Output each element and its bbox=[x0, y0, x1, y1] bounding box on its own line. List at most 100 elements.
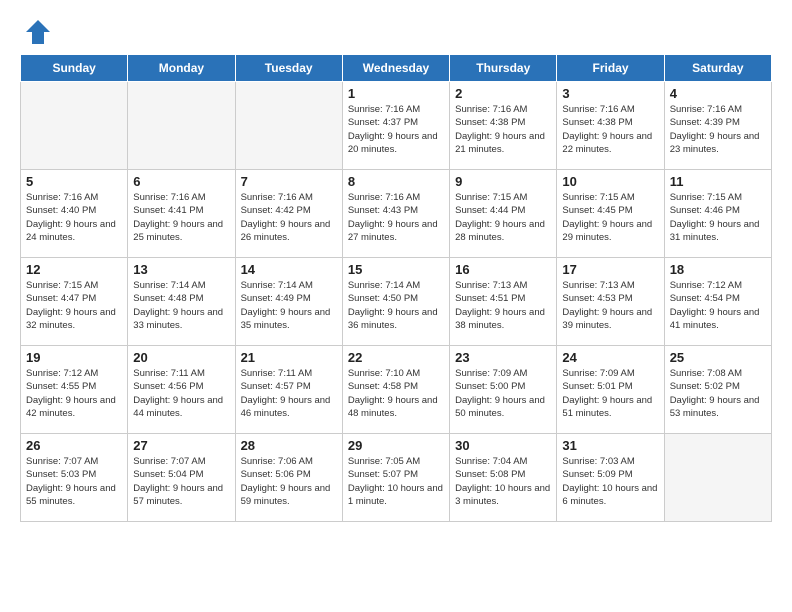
day-number: 11 bbox=[670, 174, 766, 189]
day-info: Sunrise: 7:12 AM Sunset: 4:54 PM Dayligh… bbox=[670, 279, 766, 332]
calendar-cell: 6 Sunrise: 7:16 AM Sunset: 4:41 PM Daylig… bbox=[128, 170, 235, 258]
day-number: 25 bbox=[670, 350, 766, 365]
calendar-table: SundayMondayTuesdayWednesdayThursdayFrid… bbox=[20, 54, 772, 522]
calendar-cell bbox=[128, 82, 235, 170]
calendar-cell: 31 Sunrise: 7:03 AM Sunset: 5:09 PM Dayli… bbox=[557, 434, 664, 522]
calendar-cell: 21 Sunrise: 7:11 AM Sunset: 4:57 PM Dayli… bbox=[235, 346, 342, 434]
day-info: Sunrise: 7:14 AM Sunset: 4:49 PM Dayligh… bbox=[241, 279, 337, 332]
logo bbox=[24, 18, 56, 46]
weekday-header: Wednesday bbox=[342, 55, 449, 82]
day-info: Sunrise: 7:08 AM Sunset: 5:02 PM Dayligh… bbox=[670, 367, 766, 420]
day-info: Sunrise: 7:10 AM Sunset: 4:58 PM Dayligh… bbox=[348, 367, 444, 420]
calendar-cell: 20 Sunrise: 7:11 AM Sunset: 4:56 PM Dayli… bbox=[128, 346, 235, 434]
calendar-wrap: SundayMondayTuesdayWednesdayThursdayFrid… bbox=[0, 54, 792, 532]
day-info: Sunrise: 7:16 AM Sunset: 4:37 PM Dayligh… bbox=[348, 103, 444, 156]
day-number: 14 bbox=[241, 262, 337, 277]
day-number: 6 bbox=[133, 174, 229, 189]
week-row: 19 Sunrise: 7:12 AM Sunset: 4:55 PM Dayli… bbox=[21, 346, 772, 434]
calendar-cell: 29 Sunrise: 7:05 AM Sunset: 5:07 PM Dayli… bbox=[342, 434, 449, 522]
calendar-cell: 13 Sunrise: 7:14 AM Sunset: 4:48 PM Dayli… bbox=[128, 258, 235, 346]
day-info: Sunrise: 7:15 AM Sunset: 4:45 PM Dayligh… bbox=[562, 191, 658, 244]
calendar-header: SundayMondayTuesdayWednesdayThursdayFrid… bbox=[21, 55, 772, 82]
week-row: 1 Sunrise: 7:16 AM Sunset: 4:37 PM Daylig… bbox=[21, 82, 772, 170]
day-number: 10 bbox=[562, 174, 658, 189]
day-number: 1 bbox=[348, 86, 444, 101]
day-number: 17 bbox=[562, 262, 658, 277]
day-number: 5 bbox=[26, 174, 122, 189]
calendar-cell: 22 Sunrise: 7:10 AM Sunset: 4:58 PM Dayli… bbox=[342, 346, 449, 434]
calendar-cell: 18 Sunrise: 7:12 AM Sunset: 4:54 PM Dayli… bbox=[664, 258, 771, 346]
day-info: Sunrise: 7:06 AM Sunset: 5:06 PM Dayligh… bbox=[241, 455, 337, 508]
calendar-cell bbox=[235, 82, 342, 170]
week-row: 5 Sunrise: 7:16 AM Sunset: 4:40 PM Daylig… bbox=[21, 170, 772, 258]
day-number: 4 bbox=[670, 86, 766, 101]
calendar-cell: 1 Sunrise: 7:16 AM Sunset: 4:37 PM Daylig… bbox=[342, 82, 449, 170]
day-info: Sunrise: 7:16 AM Sunset: 4:39 PM Dayligh… bbox=[670, 103, 766, 156]
day-number: 27 bbox=[133, 438, 229, 453]
calendar-cell: 25 Sunrise: 7:08 AM Sunset: 5:02 PM Dayli… bbox=[664, 346, 771, 434]
day-number: 24 bbox=[562, 350, 658, 365]
calendar-cell: 3Sunrise: 7:16 AM Sunset: 4:38 PM Daylig… bbox=[557, 82, 664, 170]
day-number: 2 bbox=[455, 86, 551, 101]
day-info: Sunrise: 7:13 AM Sunset: 4:53 PM Dayligh… bbox=[562, 279, 658, 332]
day-info: Sunrise: 7:16 AM Sunset: 4:40 PM Dayligh… bbox=[26, 191, 122, 244]
calendar-cell: 15 Sunrise: 7:14 AM Sunset: 4:50 PM Dayli… bbox=[342, 258, 449, 346]
calendar-cell: 17 Sunrise: 7:13 AM Sunset: 4:53 PM Dayli… bbox=[557, 258, 664, 346]
calendar-cell: 14 Sunrise: 7:14 AM Sunset: 4:49 PM Dayli… bbox=[235, 258, 342, 346]
day-info: Sunrise: 7:14 AM Sunset: 4:48 PM Dayligh… bbox=[133, 279, 229, 332]
day-number: 22 bbox=[348, 350, 444, 365]
calendar-cell: 4 Sunrise: 7:16 AM Sunset: 4:39 PM Daylig… bbox=[664, 82, 771, 170]
day-info: Sunrise: 7:04 AM Sunset: 5:08 PM Dayligh… bbox=[455, 455, 551, 508]
day-info: Sunrise: 7:05 AM Sunset: 5:07 PM Dayligh… bbox=[348, 455, 444, 508]
calendar-cell: 11Sunrise: 7:15 AM Sunset: 4:46 PM Dayli… bbox=[664, 170, 771, 258]
calendar-cell: 12Sunrise: 7:15 AM Sunset: 4:47 PM Dayli… bbox=[21, 258, 128, 346]
day-number: 13 bbox=[133, 262, 229, 277]
calendar-cell: 9 Sunrise: 7:15 AM Sunset: 4:44 PM Daylig… bbox=[450, 170, 557, 258]
day-info: Sunrise: 7:14 AM Sunset: 4:50 PM Dayligh… bbox=[348, 279, 444, 332]
day-number: 19 bbox=[26, 350, 122, 365]
calendar-cell bbox=[664, 434, 771, 522]
day-info: Sunrise: 7:15 AM Sunset: 4:44 PM Dayligh… bbox=[455, 191, 551, 244]
day-info: Sunrise: 7:09 AM Sunset: 5:01 PM Dayligh… bbox=[562, 367, 658, 420]
calendar-cell: 26Sunrise: 7:07 AM Sunset: 5:03 PM Dayli… bbox=[21, 434, 128, 522]
day-number: 15 bbox=[348, 262, 444, 277]
day-number: 9 bbox=[455, 174, 551, 189]
day-info: Sunrise: 7:11 AM Sunset: 4:56 PM Dayligh… bbox=[133, 367, 229, 420]
day-number: 20 bbox=[133, 350, 229, 365]
calendar-cell: 7 Sunrise: 7:16 AM Sunset: 4:42 PM Daylig… bbox=[235, 170, 342, 258]
day-number: 18 bbox=[670, 262, 766, 277]
logo-icon bbox=[24, 18, 52, 46]
weekday-header: Saturday bbox=[664, 55, 771, 82]
day-info: Sunrise: 7:16 AM Sunset: 4:38 PM Dayligh… bbox=[455, 103, 551, 156]
day-number: 30 bbox=[455, 438, 551, 453]
day-number: 29 bbox=[348, 438, 444, 453]
week-row: 26Sunrise: 7:07 AM Sunset: 5:03 PM Dayli… bbox=[21, 434, 772, 522]
day-info: Sunrise: 7:12 AM Sunset: 4:55 PM Dayligh… bbox=[26, 367, 122, 420]
day-number: 31 bbox=[562, 438, 658, 453]
weekday-row: SundayMondayTuesdayWednesdayThursdayFrid… bbox=[21, 55, 772, 82]
calendar-cell: 10 Sunrise: 7:15 AM Sunset: 4:45 PM Dayli… bbox=[557, 170, 664, 258]
day-number: 8 bbox=[348, 174, 444, 189]
calendar-cell: 27 Sunrise: 7:07 AM Sunset: 5:04 PM Dayli… bbox=[128, 434, 235, 522]
day-number: 28 bbox=[241, 438, 337, 453]
calendar-cell: 23Sunrise: 7:09 AM Sunset: 5:00 PM Dayli… bbox=[450, 346, 557, 434]
day-number: 7 bbox=[241, 174, 337, 189]
calendar-body: 1 Sunrise: 7:16 AM Sunset: 4:37 PM Daylig… bbox=[21, 82, 772, 522]
day-info: Sunrise: 7:16 AM Sunset: 4:42 PM Dayligh… bbox=[241, 191, 337, 244]
calendar-cell: 16 Sunrise: 7:13 AM Sunset: 4:51 PM Dayli… bbox=[450, 258, 557, 346]
day-number: 16 bbox=[455, 262, 551, 277]
day-info: Sunrise: 7:11 AM Sunset: 4:57 PM Dayligh… bbox=[241, 367, 337, 420]
week-row: 12Sunrise: 7:15 AM Sunset: 4:47 PM Dayli… bbox=[21, 258, 772, 346]
calendar-cell: 19 Sunrise: 7:12 AM Sunset: 4:55 PM Dayli… bbox=[21, 346, 128, 434]
weekday-header: Sunday bbox=[21, 55, 128, 82]
day-info: Sunrise: 7:07 AM Sunset: 5:03 PM Dayligh… bbox=[26, 455, 122, 508]
day-number: 21 bbox=[241, 350, 337, 365]
day-number: 3 bbox=[562, 86, 658, 101]
day-number: 12 bbox=[26, 262, 122, 277]
calendar-cell: 30 Sunrise: 7:04 AM Sunset: 5:08 PM Dayli… bbox=[450, 434, 557, 522]
calendar-cell: 8Sunrise: 7:16 AM Sunset: 4:43 PM Daylig… bbox=[342, 170, 449, 258]
day-info: Sunrise: 7:03 AM Sunset: 5:09 PM Dayligh… bbox=[562, 455, 658, 508]
day-info: Sunrise: 7:16 AM Sunset: 4:41 PM Dayligh… bbox=[133, 191, 229, 244]
day-info: Sunrise: 7:13 AM Sunset: 4:51 PM Dayligh… bbox=[455, 279, 551, 332]
day-info: Sunrise: 7:07 AM Sunset: 5:04 PM Dayligh… bbox=[133, 455, 229, 508]
